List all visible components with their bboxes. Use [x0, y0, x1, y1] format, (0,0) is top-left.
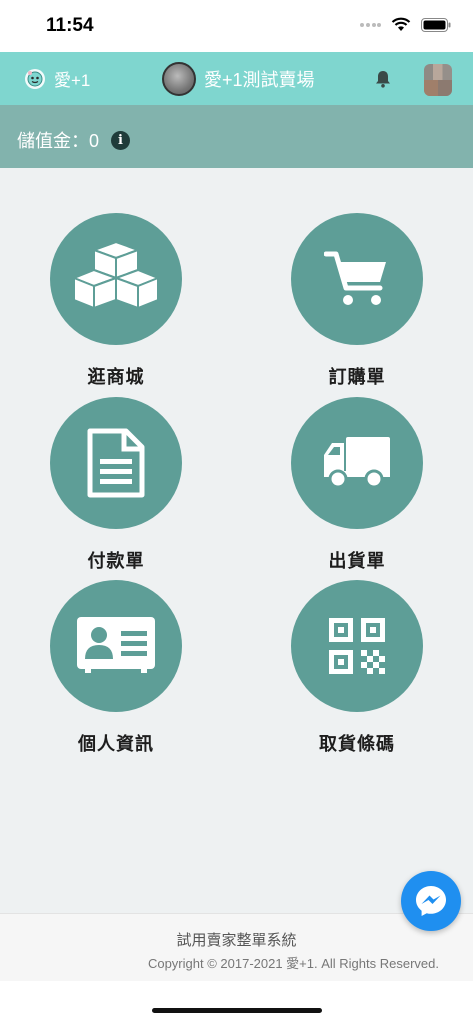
document-icon [87, 428, 145, 498]
menu-tile-payment[interactable]: 付款單 [36, 397, 196, 573]
shopping-cart-icon [324, 251, 386, 305]
main-menu: 逛商城 訂購單 付款單 出貨單 個人資訊 取貨條碼 [0, 168, 473, 913]
menu-tile-shipment-circle[interactable] [291, 397, 423, 529]
menu-tile-pickup-code-circle[interactable] [291, 580, 423, 712]
footer: 試用賣家整單系統 Copyright © 2017-2021 愛+1. All … [0, 913, 473, 981]
status-time: 11:54 [46, 15, 94, 36]
store-name: 愛+1測試賣場 [204, 70, 315, 90]
menu-tile-shipment[interactable]: 出貨單 [277, 397, 437, 573]
info-icon[interactable]: i [111, 130, 131, 150]
status-icons [359, 17, 451, 32]
footer-copyright: Copyright © 2017-2021 愛+1. All Rights Re… [147, 956, 439, 971]
brand-link[interactable]: 愛+1 [24, 66, 90, 91]
cellular-signal-icon [360, 22, 381, 27]
brand-logo-icon [25, 68, 45, 89]
menu-tile-pickup-code[interactable]: 取貨條碼 [277, 580, 437, 756]
wifi-icon [391, 17, 411, 31]
bell-icon[interactable] [375, 70, 391, 88]
menu-tile-shop[interactable]: 逛商城 [36, 213, 196, 389]
boxes-icon [73, 242, 159, 309]
menu-tile-shop-circle[interactable] [50, 213, 182, 345]
store-avatar [162, 62, 196, 96]
qr-code-icon [329, 618, 385, 674]
balance-bar: 儲值金：0 i [0, 105, 473, 168]
store-selector[interactable]: 愛+1測試賣場 [162, 62, 315, 96]
footer-title: 試用賣家整單系統 [176, 932, 297, 949]
menu-tile-shop-label: 逛商城 [87, 367, 145, 387]
messenger-chat-button[interactable] [401, 871, 461, 931]
menu-tile-payment-circle[interactable] [50, 397, 182, 529]
menu-tile-profile-circle[interactable] [50, 580, 182, 712]
menu-tile-profile-label: 個人資訊 [78, 734, 154, 754]
menu-tile-orders-circle[interactable] [291, 213, 423, 345]
menu-tile-shipment-label: 出貨單 [328, 551, 386, 571]
menu-tile-orders-label: 訂購單 [328, 367, 386, 387]
menu-tile-profile[interactable]: 個人資訊 [36, 580, 196, 756]
home-indicator [152, 1008, 322, 1013]
truck-icon [324, 437, 390, 489]
messenger-icon [416, 886, 446, 916]
battery-icon [421, 17, 451, 32]
menu-tile-orders[interactable]: 訂購單 [277, 213, 437, 389]
id-card-icon [77, 617, 155, 673]
brand-label: 愛+1 [54, 71, 91, 90]
user-avatar[interactable] [424, 64, 452, 96]
status-bar: 11:54 [0, 0, 473, 52]
app-header: 愛+1 愛+1測試賣場 [0, 52, 473, 105]
menu-tile-pickup-code-label: 取貨條碼 [319, 734, 395, 754]
menu-tile-payment-label: 付款單 [87, 551, 145, 571]
balance-label: 儲值金：0 [17, 131, 100, 151]
